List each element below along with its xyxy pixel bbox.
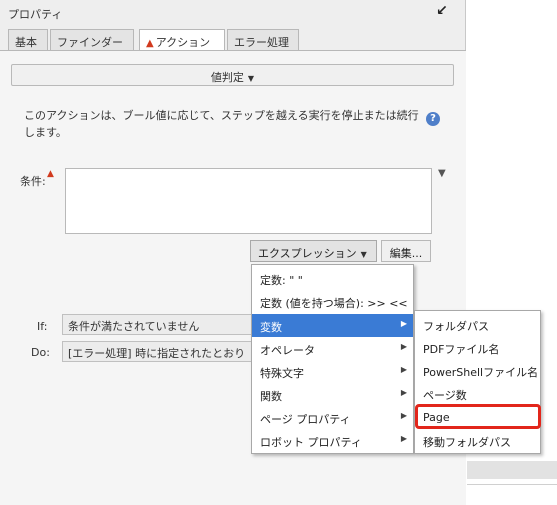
if-label: If: bbox=[37, 320, 48, 333]
condition-label: 条件: bbox=[20, 175, 46, 188]
edit-button[interactable]: 編集... bbox=[381, 240, 431, 262]
warning-icon: ▲ bbox=[47, 169, 54, 179]
menu-item-constant-with-value[interactable]: 定数 (値を持つ場合): >> << bbox=[252, 290, 413, 313]
dock-arrow-icon[interactable]: ↙ bbox=[436, 3, 448, 19]
menu-item-robot-property[interactable]: ロボット プロパティ ▶ bbox=[252, 429, 413, 452]
submenu-item-powershell-filename[interactable]: PowerShellファイル名 bbox=[415, 359, 540, 382]
tab-finder[interactable]: ファインダー bbox=[50, 29, 134, 51]
submenu-item-folder-path[interactable]: フォルダパス bbox=[415, 313, 540, 336]
panel-titlebar: プロパティ ↙ bbox=[0, 0, 466, 26]
warning-icon: ▲ bbox=[146, 38, 154, 49]
tab-error-handling[interactable]: エラー処理 bbox=[227, 29, 299, 51]
expression-button[interactable]: エクスプレッション ▼ bbox=[250, 240, 377, 262]
tab-action[interactable]: ▲ アクション bbox=[139, 29, 225, 52]
chevron-right-icon: ▶ bbox=[400, 411, 407, 420]
submenu-item-pdf-filename[interactable]: PDFファイル名 bbox=[415, 336, 540, 359]
do-select[interactable]: [エラー処理] 時に指定されたとおり bbox=[62, 341, 252, 362]
divider bbox=[467, 484, 557, 485]
menu-item-function[interactable]: 関数 ▶ bbox=[252, 383, 413, 406]
chevron-right-icon: ▶ bbox=[400, 434, 407, 443]
submenu-item-move-folder-path[interactable]: 移動フォルダパス bbox=[415, 429, 540, 452]
condition-dropdown-icon[interactable]: ▼ bbox=[438, 168, 446, 179]
variable-submenu: フォルダパス PDFファイル名 PowerShellファイル名 ページ数 Pag… bbox=[414, 310, 541, 454]
scroll-bar[interactable] bbox=[467, 461, 557, 479]
action-description: このアクションは、ブール値に応じて、ステップを越える実行を停止または続行します。 bbox=[24, 109, 419, 139]
submenu-item-page-count[interactable]: ページ数 bbox=[415, 382, 540, 405]
tab-basic[interactable]: 基本 bbox=[8, 29, 48, 51]
menu-item-variable[interactable]: 変数 ▶ bbox=[252, 314, 413, 337]
panel-title: プロパティ bbox=[8, 8, 63, 21]
if-select[interactable]: 条件が満たされていません bbox=[62, 314, 252, 335]
chevron-right-icon: ▶ bbox=[400, 365, 407, 374]
condition-input[interactable] bbox=[65, 168, 432, 234]
menu-item-special-chars[interactable]: 特殊文字 ▶ bbox=[252, 360, 413, 383]
caret-down-icon: ▼ bbox=[360, 250, 367, 259]
chevron-right-icon: ▶ bbox=[400, 319, 407, 328]
menu-item-constant[interactable]: 定数: " " bbox=[252, 267, 413, 290]
value-check-dropdown[interactable]: 値判定 ▼ bbox=[11, 64, 454, 86]
page-highlight-box bbox=[415, 404, 541, 429]
caret-down-icon: ▼ bbox=[247, 74, 255, 83]
menu-item-page-property[interactable]: ページ プロパティ ▶ bbox=[252, 406, 413, 429]
chevron-right-icon: ▶ bbox=[400, 342, 407, 351]
do-label: Do: bbox=[31, 346, 50, 359]
chevron-right-icon: ▶ bbox=[400, 388, 407, 397]
expression-menu: 定数: " " 定数 (値を持つ場合): >> << 変数 ▶ オペレータ ▶ 特殊… bbox=[251, 264, 414, 454]
menu-item-operator[interactable]: オペレータ ▶ bbox=[252, 337, 413, 360]
help-icon[interactable]: ? bbox=[426, 112, 440, 126]
